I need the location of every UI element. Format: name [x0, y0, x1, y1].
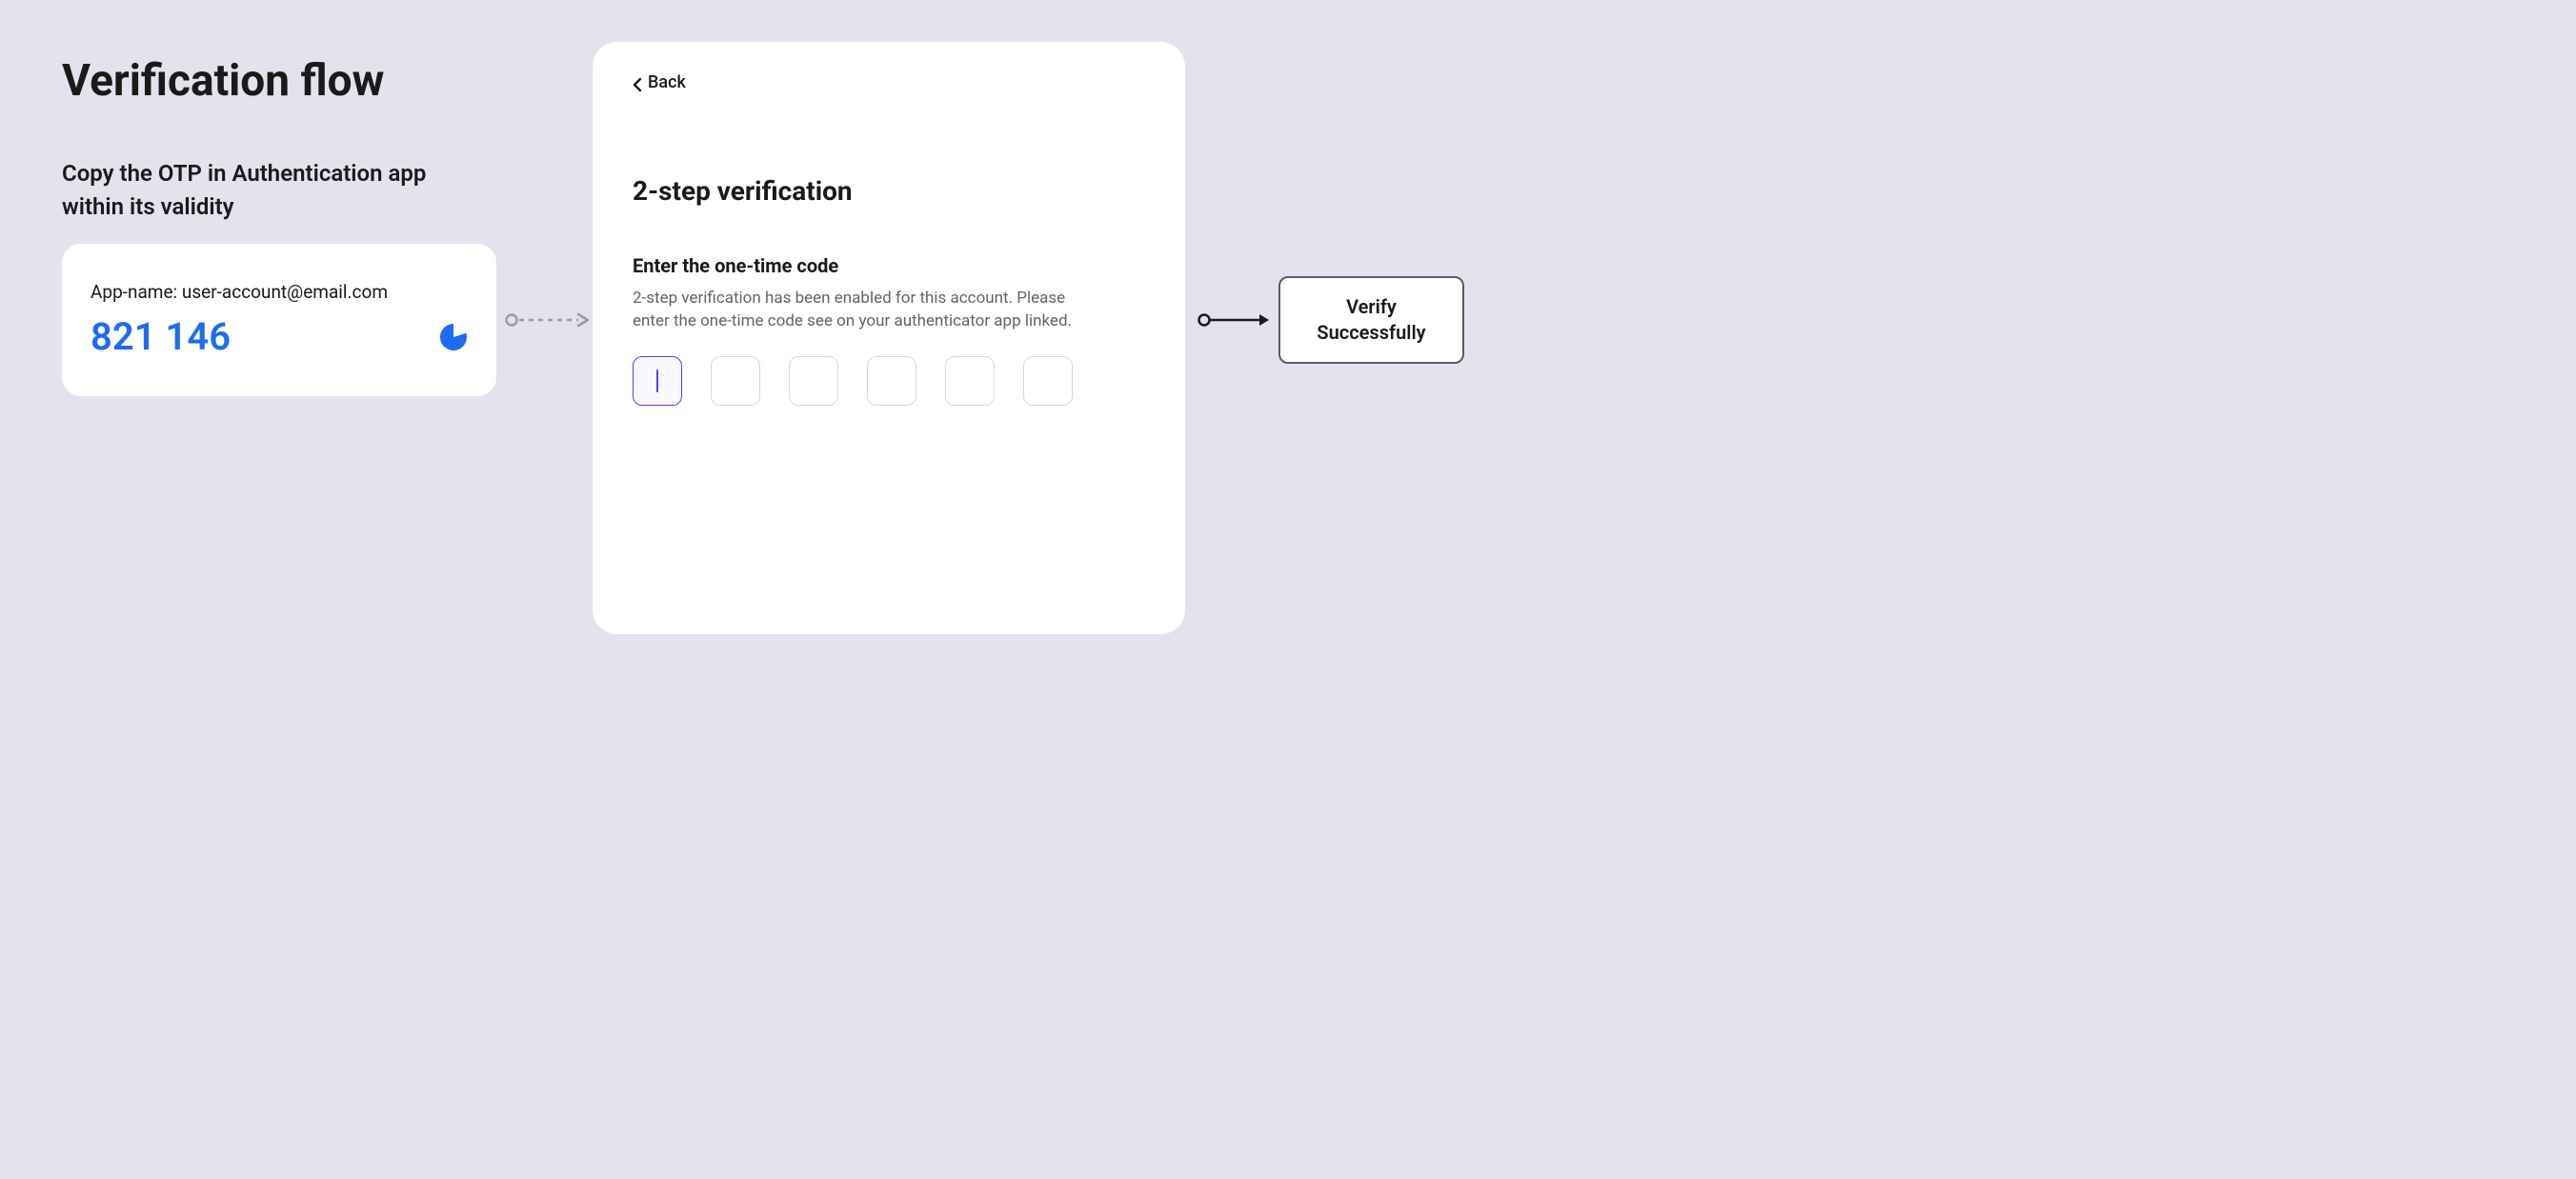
otp-account-label: App-name: user-account@email.com [91, 281, 468, 303]
otp-digit-input[interactable] [711, 356, 760, 406]
countdown-timer-icon [439, 323, 468, 351]
authenticator-otp-card: App-name: user-account@email.com 821 146 [62, 244, 496, 396]
page-title: Verification flow [62, 55, 384, 107]
verify-success-label: Verify Successfully [1290, 294, 1453, 346]
enter-code-description: 2-step verification has been enabled for… [633, 287, 1080, 333]
two-step-heading: 2-step verification [633, 175, 1145, 207]
enter-code-subheading: Enter the one-time code [633, 254, 1145, 277]
text-caret-icon [656, 370, 658, 392]
verify-success-chip: Verify Successfully [1278, 276, 1464, 364]
otp-digit-input[interactable] [1023, 356, 1073, 406]
step-caption: Copy the OTP in Authentication app withi… [62, 157, 491, 224]
otp-digit-input[interactable] [789, 356, 838, 406]
back-button[interactable]: Back [633, 72, 686, 92]
otp-digit-input[interactable] [867, 356, 916, 406]
back-label: Back [648, 72, 686, 92]
chevron-left-icon [633, 76, 642, 90]
otp-digit-input[interactable] [945, 356, 995, 406]
otp-code: 821 146 [91, 314, 231, 359]
otp-digit-input[interactable] [633, 356, 682, 406]
flow-arrow-solid-icon [1197, 310, 1273, 330]
flow-arrow-dashed-icon [504, 310, 592, 330]
otp-input-row [633, 356, 1145, 406]
two-step-verification-card: Back 2-step verification Enter the one-t… [593, 42, 1185, 634]
